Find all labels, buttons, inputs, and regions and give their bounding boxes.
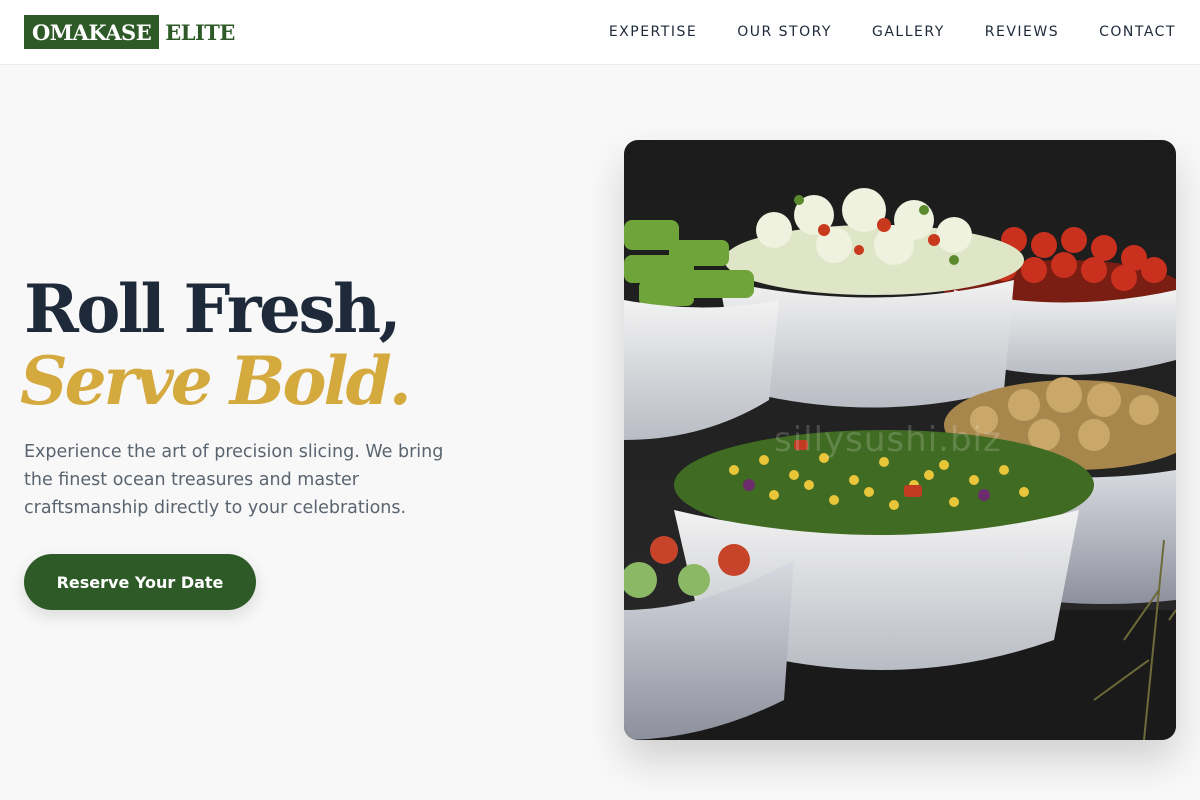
reserve-date-button[interactable]: Reserve Your Date bbox=[24, 554, 256, 610]
nav-expertise[interactable]: EXPERTISE bbox=[609, 24, 697, 40]
hero-title-line2: Serve Bold. bbox=[20, 342, 412, 420]
hero-title: Roll Fresh, Serve Bold. bbox=[20, 270, 584, 416]
hero-description: Experience the art of precision slicing.… bbox=[24, 442, 444, 518]
hero-title-line1: Roll Fresh, bbox=[24, 270, 402, 348]
hero-image: sillysushi.biz bbox=[624, 140, 1176, 740]
logo-text: ELITE bbox=[165, 19, 235, 45]
nav-contact[interactable]: CONTACT bbox=[1099, 24, 1176, 40]
site-header: OMAKASE ELITE EXPERTISE OUR STORY GALLER… bbox=[0, 0, 1200, 65]
logo[interactable]: OMAKASE ELITE bbox=[24, 15, 235, 49]
main-nav: EXPERTISE OUR STORY GALLERY REVIEWS CONT… bbox=[569, 0, 1176, 64]
logo-boxed-text: OMAKASE bbox=[24, 15, 160, 49]
nav-our-story[interactable]: OUR STORY bbox=[737, 24, 832, 40]
image-watermark: sillysushi.biz bbox=[774, 420, 1002, 460]
nav-gallery[interactable]: GALLERY bbox=[872, 24, 945, 40]
nav-reviews[interactable]: REVIEWS bbox=[985, 24, 1059, 40]
